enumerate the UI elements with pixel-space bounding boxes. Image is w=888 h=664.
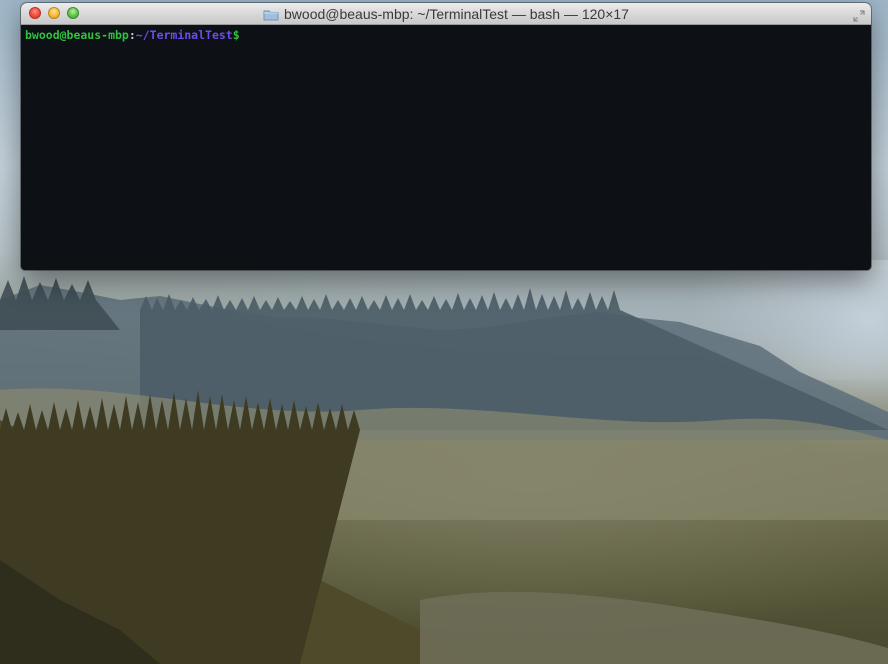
prompt-path: ~/TerminalTest xyxy=(135,28,233,42)
prompt-line: bwood@beaus-mbp:~/TerminalTest$ xyxy=(25,28,867,42)
folder-icon xyxy=(263,8,279,20)
window-controls xyxy=(29,7,79,19)
prompt-separator: : xyxy=(128,28,136,42)
title-bar[interactable]: bwood@beaus-mbp: ~/TerminalTest — bash —… xyxy=(21,3,871,25)
text-cursor xyxy=(240,28,247,41)
minimize-icon[interactable] xyxy=(48,7,60,19)
maximize-icon[interactable] xyxy=(67,7,79,19)
close-icon[interactable] xyxy=(29,7,41,19)
window-title-text: bwood@beaus-mbp: ~/TerminalTest — bash —… xyxy=(284,5,629,22)
terminal-window[interactable]: bwood@beaus-mbp: ~/TerminalTest — bash —… xyxy=(21,3,871,270)
terminal-output[interactable]: bwood@beaus-mbp:~/TerminalTest$ xyxy=(21,25,871,268)
fullscreen-icon[interactable] xyxy=(853,7,865,22)
prompt-user-host: bwood@beaus-mbp xyxy=(25,28,129,42)
window-title: bwood@beaus-mbp: ~/TerminalTest — bash —… xyxy=(263,6,629,22)
desktop: bwood@beaus-mbp: ~/TerminalTest — bash —… xyxy=(0,0,888,664)
prompt-symbol: $ xyxy=(232,28,240,42)
